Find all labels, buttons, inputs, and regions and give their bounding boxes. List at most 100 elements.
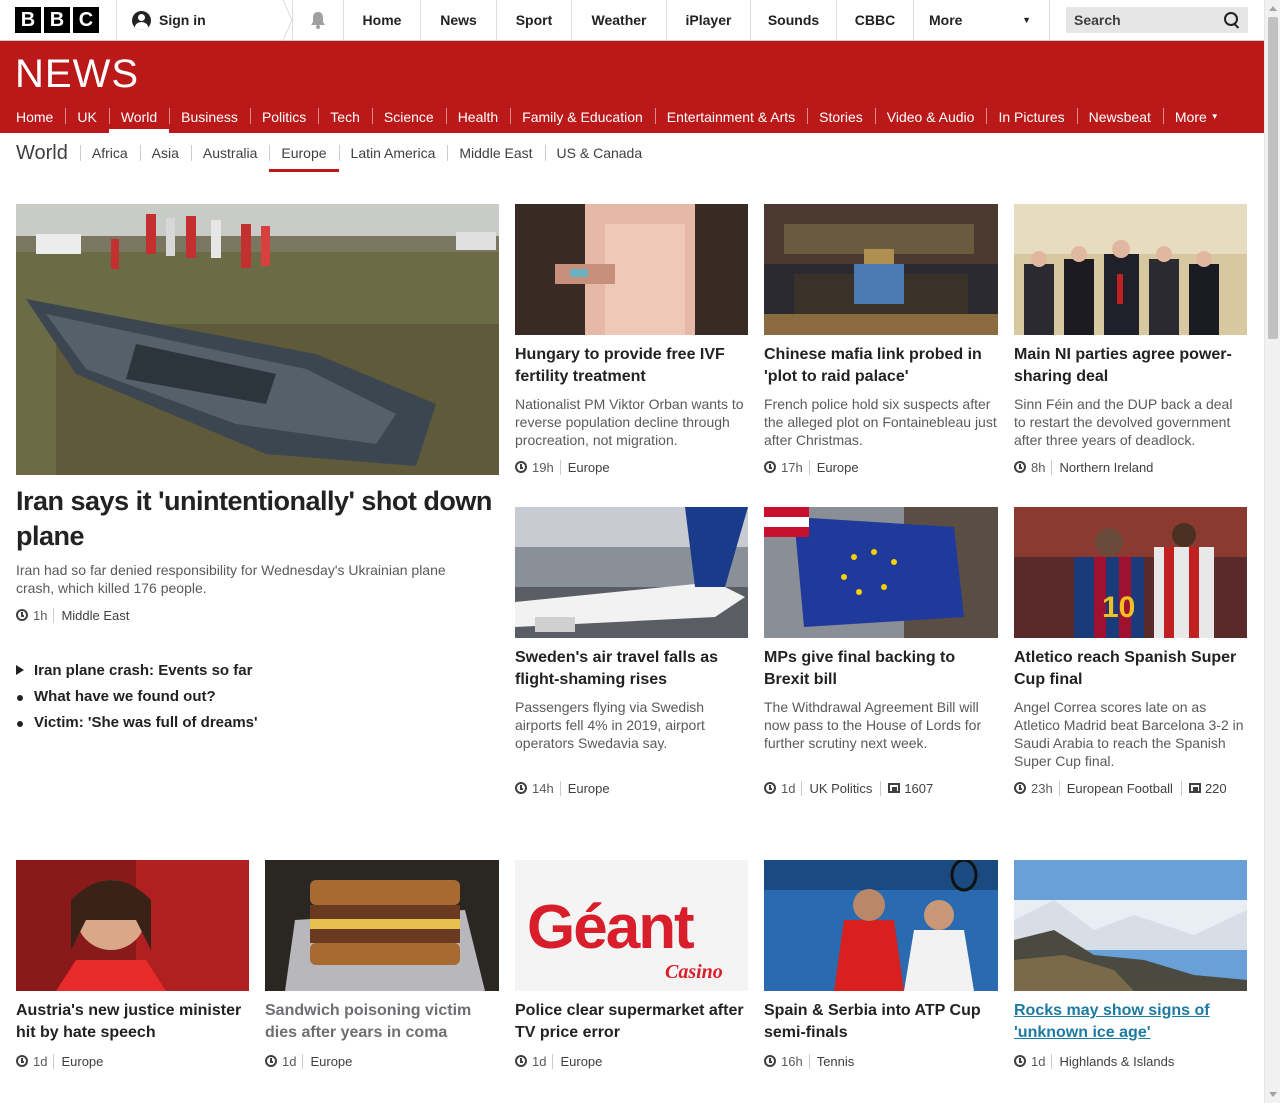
clock-icon <box>764 461 776 473</box>
story-image[interactable] <box>1014 204 1247 335</box>
news-nav: Home UK World Business Politics Tech Sci… <box>0 100 1231 133</box>
news-nav-tech[interactable]: Tech <box>318 100 372 133</box>
comments-link[interactable]: 220 <box>1180 780 1227 796</box>
story-headline[interactable]: Main NI parties agree power-sharing deal <box>1014 344 1247 388</box>
story-section-link[interactable]: European Football <box>1058 780 1181 796</box>
related-link[interactable]: Victim: 'She was full of dreams' <box>16 710 258 736</box>
search-icon[interactable] <box>1224 12 1240 28</box>
news-nav-world[interactable]: World <box>108 100 170 133</box>
subnav-australia[interactable]: Australia <box>190 133 269 173</box>
scroll-up-arrow-icon[interactable] <box>1269 6 1277 11</box>
story-headline[interactable]: Sweden's air travel falls as flight-sham… <box>515 647 748 691</box>
story-headline[interactable]: Atletico reach Spanish Super Cup final <box>1014 647 1247 691</box>
story-section-link[interactable]: Northern Ireland <box>1051 459 1161 475</box>
news-nav-health[interactable]: Health <box>445 100 510 133</box>
news-nav-science[interactable]: Science <box>371 100 446 133</box>
related-link[interactable]: Iran plane crash: Events so far <box>16 658 258 684</box>
subnav-asia[interactable]: Asia <box>139 133 191 173</box>
vertical-scrollbar[interactable] <box>1264 0 1280 1103</box>
caret-down-icon: ▼ <box>1210 112 1219 121</box>
lead-story-headline[interactable]: Iran says it 'unintentionally' shot down… <box>16 484 500 554</box>
story-section-link[interactable]: Middle East <box>53 607 137 623</box>
story-image[interactable] <box>265 860 499 991</box>
global-nav-more[interactable]: More ▼ <box>914 0 1050 40</box>
news-nav-in-pictures[interactable]: In Pictures <box>986 100 1076 133</box>
scroll-down-arrow-icon[interactable] <box>1269 1092 1277 1097</box>
news-nav-video-audio[interactable]: Video & Audio <box>874 100 987 133</box>
news-nav-more[interactable]: More ▼ <box>1162 100 1231 133</box>
bell-icon <box>311 12 325 29</box>
bbc-logo-letter: B <box>44 7 70 33</box>
story-headline[interactable]: MPs give final backing to Brexit bill <box>764 647 998 691</box>
global-nav-sport[interactable]: Sport <box>497 0 572 40</box>
story-headline[interactable]: Spain & Serbia into ATP Cup semi-finals <box>764 1000 998 1044</box>
subnav-latin-america[interactable]: Latin America <box>338 133 448 173</box>
play-icon <box>16 658 34 684</box>
story-image[interactable] <box>764 860 998 991</box>
story-section-link[interactable]: Europe <box>53 1053 111 1069</box>
story-headline[interactable]: Chinese mafia link probed in 'plot to ra… <box>764 344 998 388</box>
story-image[interactable] <box>764 507 998 638</box>
story-time: 23h <box>1031 780 1053 796</box>
news-nav-family-education[interactable]: Family & Education <box>510 100 655 133</box>
news-nav-uk[interactable]: UK <box>65 100 108 133</box>
clock-icon <box>1014 782 1026 794</box>
comments-count: 1607 <box>904 780 934 796</box>
comments-link[interactable]: 1607 <box>880 780 934 796</box>
story-image[interactable] <box>1014 860 1247 991</box>
story-image[interactable] <box>515 204 748 335</box>
section-title[interactable]: World <box>0 142 80 165</box>
signin-link[interactable]: Sign in <box>117 0 293 41</box>
story-meta: 19h Europe <box>515 459 618 475</box>
related-link[interactable]: What have we found out? <box>16 684 258 710</box>
global-nav-weather[interactable]: Weather <box>572 0 667 40</box>
caret-down-icon: ▼ <box>1022 15 1031 25</box>
story-image[interactable] <box>764 204 998 335</box>
global-nav-cbbc[interactable]: CBBC <box>837 0 914 40</box>
notifications-bell-icon[interactable] <box>292 0 344 40</box>
story-summary: French police hold six suspects after th… <box>764 396 997 448</box>
subnav-us-canada[interactable]: US & Canada <box>544 133 655 173</box>
news-nav-stories[interactable]: Stories <box>807 100 875 133</box>
scrollbar-thumb[interactable] <box>1268 17 1278 339</box>
story-headline[interactable]: Hungary to provide free IVF fertility tr… <box>515 344 748 388</box>
story-headline[interactable]: Police clear supermarket after TV price … <box>515 1000 748 1044</box>
news-logo[interactable]: NEWS <box>15 52 139 97</box>
news-nav-politics[interactable]: Politics <box>249 100 318 133</box>
global-nav-home[interactable]: Home <box>344 0 421 40</box>
news-nav-business[interactable]: Business <box>169 100 250 133</box>
story-section-link[interactable]: Highlands & Islands <box>1051 1053 1182 1069</box>
story-image[interactable] <box>515 507 748 638</box>
global-nav-sounds[interactable]: Sounds <box>751 0 837 40</box>
clock-icon <box>1014 1055 1026 1067</box>
global-nav-news[interactable]: News <box>421 0 497 40</box>
clock-icon <box>265 1055 277 1067</box>
news-nav-home[interactable]: Home <box>0 100 65 133</box>
user-avatar-icon <box>132 10 151 30</box>
story-headline[interactable]: Sandwich poisoning victim dies after yea… <box>265 1000 499 1044</box>
story-image[interactable]: 10 <box>1014 507 1247 638</box>
story-image[interactable] <box>16 860 249 991</box>
story-headline[interactable]: Austria's new justice minister hit by ha… <box>16 1000 249 1044</box>
bbc-logo[interactable]: B B C <box>0 0 117 40</box>
lead-story-image[interactable] <box>16 204 499 475</box>
story-section-link[interactable]: UK Politics <box>801 780 880 796</box>
story-headline[interactable]: Rocks may show signs of 'unknown ice age… <box>1014 1000 1247 1044</box>
story-section-link[interactable]: Europe <box>302 1053 360 1069</box>
news-nav-newsbeat[interactable]: Newsbeat <box>1076 100 1163 133</box>
subnav-middle-east[interactable]: Middle East <box>447 133 544 173</box>
global-nav-iplayer[interactable]: iPlayer <box>667 0 751 40</box>
story-meta: 23h European Football 220 <box>1014 780 1227 796</box>
subnav-europe[interactable]: Europe <box>269 133 339 173</box>
story-section-link[interactable]: Europe <box>808 459 867 475</box>
story-section-link[interactable]: Tennis <box>808 1053 863 1069</box>
comment-icon <box>1188 783 1201 793</box>
story-section-link[interactable]: Europe <box>559 459 618 475</box>
news-nav-entertainment-arts[interactable]: Entertainment & Arts <box>654 100 807 133</box>
subnav-africa[interactable]: Africa <box>79 133 140 173</box>
story-section-link[interactable]: Europe <box>559 780 618 796</box>
story-meta: 1d UK Politics 1607 <box>764 780 933 796</box>
story-section-link[interactable]: Europe <box>552 1053 610 1069</box>
story-image[interactable]: Géant Casino <box>515 860 748 991</box>
search-input[interactable]: Search <box>1066 7 1248 33</box>
